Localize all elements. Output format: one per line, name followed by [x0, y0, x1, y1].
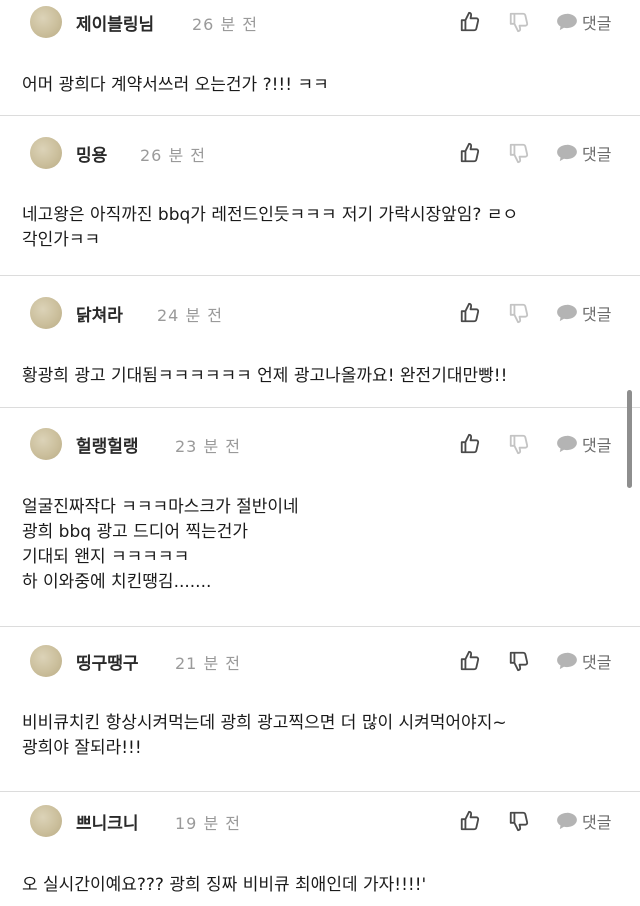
comment-text-line: 광희야 잘되라!!!: [22, 738, 142, 758]
thumbs-up-icon: [460, 302, 480, 323]
speech-bubble-icon: [557, 13, 577, 31]
comment-text-line: 하 이와중에 치킨땡김.......: [22, 572, 212, 592]
thumbs-up-icon: [460, 650, 480, 671]
divider: [0, 115, 640, 116]
comment-text-line: 어머 광희다 계약서쓰러 오는건가 ?!!! ㅋㅋ: [22, 75, 329, 95]
comment-text-line: 황광희 광고 기대됨ㅋㅋㅋㅋㅋㅋ 언제 광고나올까요! 완전기대만빵!!: [22, 366, 508, 386]
speech-bubble-icon: [557, 652, 577, 670]
comment-text-line: 네고왕은 아직까진 bbq가 레전드인듯ㅋㅋㅋ 저기 가락시장앞임? ㄹㅇ: [22, 205, 519, 225]
comment-text-line: 기대되 왠지 ㅋㅋㅋㅋㅋ: [22, 547, 190, 567]
dislike-button[interactable]: [505, 430, 533, 458]
thumbs-down-icon: [509, 303, 529, 324]
like-button[interactable]: [456, 8, 484, 36]
avatar[interactable]: [30, 6, 62, 38]
thumbs-down-icon: [509, 12, 529, 33]
thumbs-down-icon: [509, 651, 529, 672]
thumbs-down-icon: [509, 143, 529, 164]
comment-body: 네고왕은 아직까진 bbq가 레전드인듯ㅋㅋㅋ 저기 가락시장앞임? ㄹㅇ 각인…: [22, 203, 622, 253]
reply-label: 댓글: [582, 436, 612, 455]
reply-label: 댓글: [582, 653, 612, 672]
comment-body: 비비큐치킨 항상시켜먹는데 광희 광고찍으면 더 많이 시켜먹어야지~ 광희야 …: [22, 711, 622, 761]
comment-author[interactable]: 밍용: [76, 141, 107, 166]
comment-body: 얼굴진짜작다 ㅋㅋㅋ마스크가 절반이네 광희 bbq 광고 드디어 찍는건가 기…: [22, 495, 622, 595]
reply-button[interactable]: 댓글: [556, 430, 611, 458]
divider: [0, 407, 640, 408]
divider: [0, 275, 640, 276]
reply-label: 댓글: [582, 14, 612, 33]
like-button[interactable]: [456, 807, 484, 835]
reply-label: 댓글: [582, 305, 612, 324]
dislike-button[interactable]: [505, 807, 533, 835]
thumbs-up-icon: [460, 810, 480, 831]
comment-author[interactable]: 제이블링님: [76, 10, 154, 35]
like-button[interactable]: [456, 647, 484, 675]
speech-bubble-icon: [557, 304, 577, 322]
comment-time: 19 분 전: [175, 814, 241, 833]
reply-button[interactable]: 댓글: [556, 807, 611, 835]
comment-text-line: 얼굴진짜작다 ㅋㅋㅋ마스크가 절반이네: [22, 497, 299, 517]
comment-body: 오 실시간이예요??? 광희 징짜 비비큐 최애인데 가자!!!!': [22, 873, 622, 898]
speech-bubble-icon: [557, 144, 577, 162]
comment-text-line: 오 실시간이예요??? 광희 징짜 비비큐 최애인데 가자!!!!': [22, 875, 427, 895]
thumbs-up-icon: [460, 11, 480, 32]
comment-text-line: 광희 bbq 광고 드디어 찍는건가: [22, 522, 249, 542]
speech-bubble-icon: [557, 812, 577, 830]
avatar[interactable]: [30, 428, 62, 460]
comment-time: 21 분 전: [175, 654, 241, 673]
comment-time: 26 분 전: [192, 15, 258, 34]
thumbs-down-icon: [509, 434, 529, 455]
comment-body: 어머 광희다 계약서쓰러 오는건가 ?!!! ㅋㅋ: [22, 73, 622, 98]
comment-time: 24 분 전: [157, 306, 223, 325]
reply-button[interactable]: 댓글: [556, 139, 611, 167]
like-button[interactable]: [456, 430, 484, 458]
comment-text-line: 비비큐치킨 항상시켜먹는데 광희 광고찍으면 더 많이 시켜먹어야지~: [22, 713, 507, 733]
reply-label: 댓글: [582, 145, 612, 164]
comment-body: 황광희 광고 기대됨ㅋㅋㅋㅋㅋㅋ 언제 광고나올까요! 완전기대만빵!!: [22, 364, 622, 389]
reply-button[interactable]: 댓글: [556, 8, 611, 36]
scrollbar[interactable]: [627, 390, 632, 488]
comment-author[interactable]: 띵구땡구: [76, 649, 139, 674]
thumbs-up-icon: [460, 142, 480, 163]
like-button[interactable]: [456, 299, 484, 327]
divider: [0, 791, 640, 792]
avatar[interactable]: [30, 805, 62, 837]
divider: [0, 626, 640, 627]
avatar[interactable]: [30, 137, 62, 169]
dislike-button[interactable]: [505, 647, 533, 675]
comment-time: 23 분 전: [175, 437, 241, 456]
comment-time: 26 분 전: [140, 146, 206, 165]
dislike-button[interactable]: [505, 8, 533, 36]
avatar[interactable]: [30, 297, 62, 329]
reply-label: 댓글: [582, 813, 612, 832]
thumbs-down-icon: [509, 811, 529, 832]
like-button[interactable]: [456, 139, 484, 167]
comment-author[interactable]: 헐랭헐랭: [76, 432, 139, 457]
reply-button[interactable]: 댓글: [556, 647, 611, 675]
speech-bubble-icon: [557, 435, 577, 453]
comment-author[interactable]: 쁘니크니: [76, 809, 139, 834]
comment-author[interactable]: 닭쳐라: [76, 301, 123, 326]
dislike-button[interactable]: [505, 139, 533, 167]
avatar[interactable]: [30, 645, 62, 677]
dislike-button[interactable]: [505, 299, 533, 327]
reply-button[interactable]: 댓글: [556, 299, 611, 327]
comment-text-line: 각인가ㅋㅋ: [22, 230, 101, 250]
thumbs-up-icon: [460, 433, 480, 454]
